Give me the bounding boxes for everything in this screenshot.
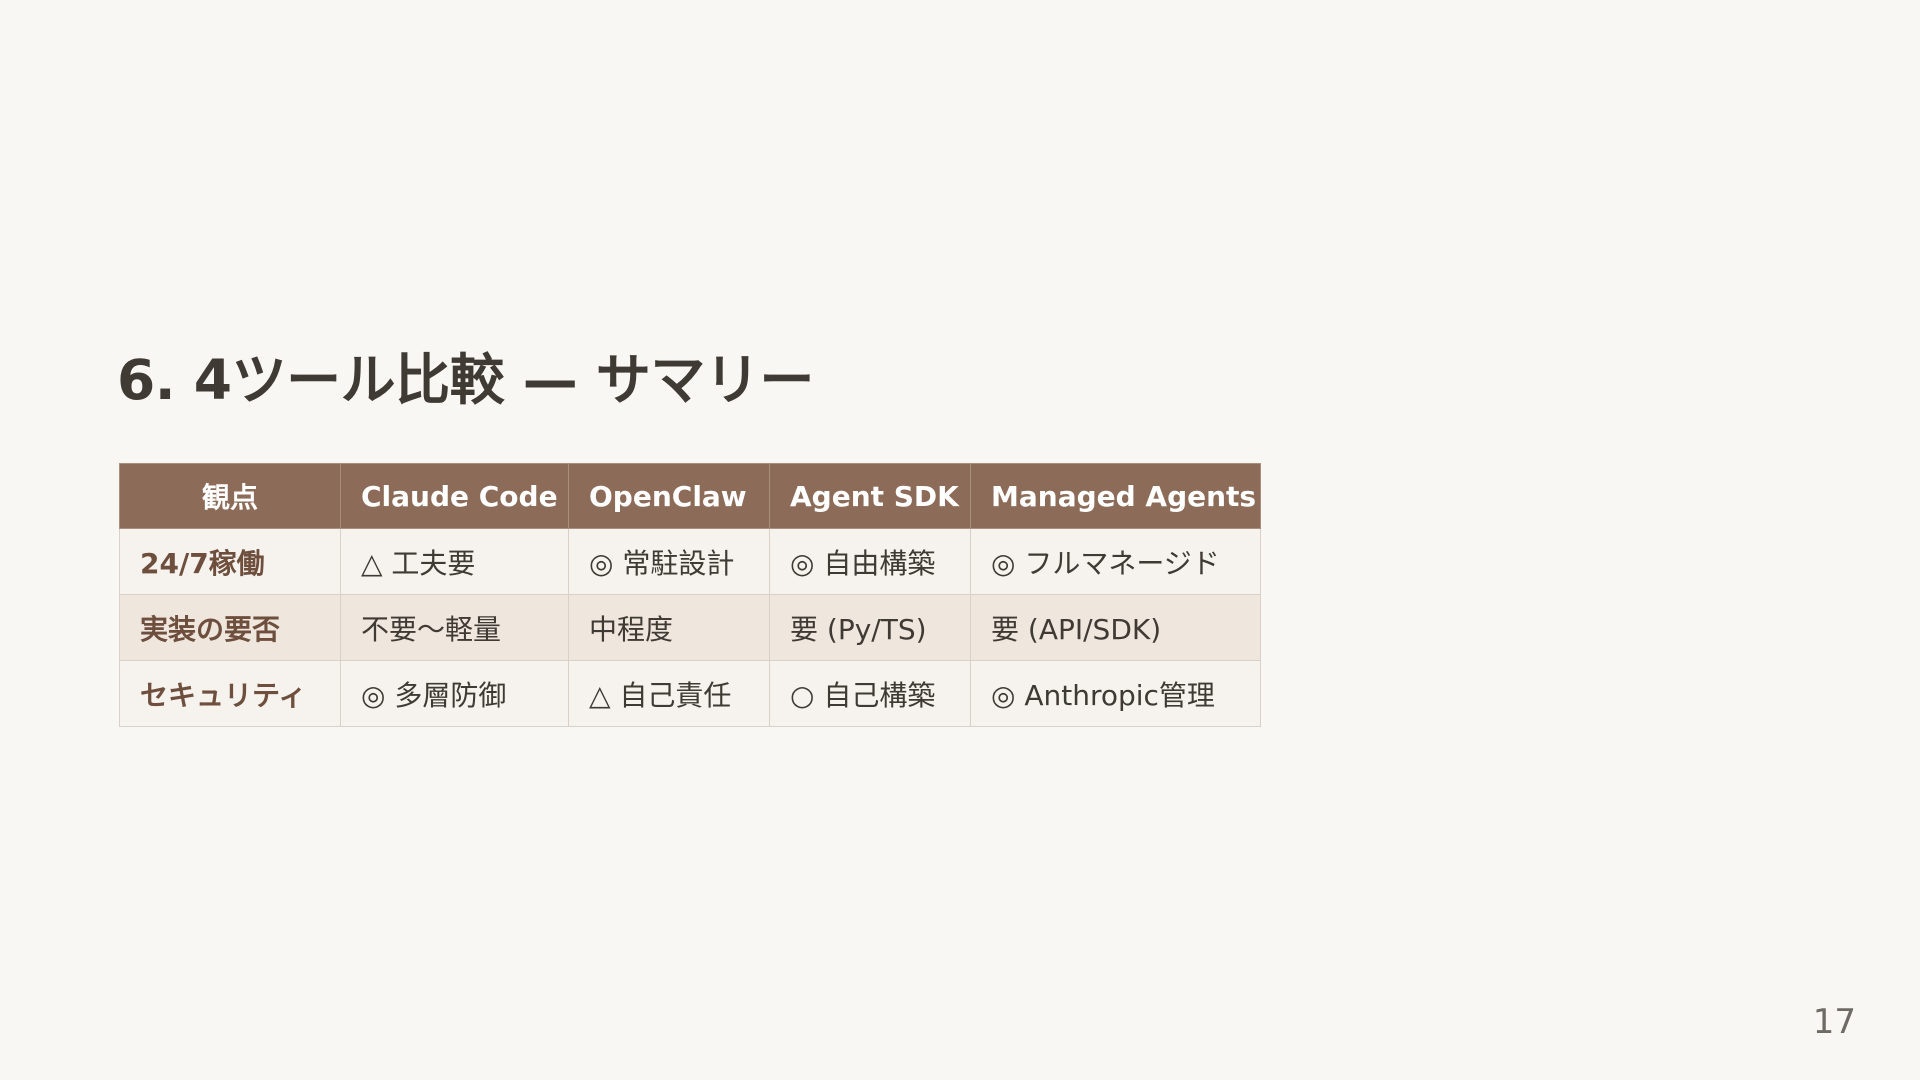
header-claude-code: Claude Code <box>340 463 569 529</box>
table-cell: 要 (API/SDK) <box>970 594 1261 661</box>
header-openclaw: OpenClaw <box>568 463 770 529</box>
table-cell: ○ 自己構築 <box>769 660 971 727</box>
row-label: 24/7稼働 <box>119 528 341 595</box>
table-header-row: 観点 Claude Code OpenClaw Agent SDK Manage… <box>119 463 1261 529</box>
header-viewpoint: 観点 <box>119 463 341 529</box>
table-cell: △ 自己責任 <box>568 660 770 727</box>
table-cell: △ 工夫要 <box>340 528 569 595</box>
header-managed-agents: Managed Agents <box>970 463 1261 529</box>
comparison-table: 観点 Claude Code OpenClaw Agent SDK Manage… <box>119 463 1261 727</box>
table-cell: ◎ 常駐設計 <box>568 528 770 595</box>
table-cell: ◎ フルマネージド <box>970 528 1261 595</box>
table-cell: ◎ 多層防御 <box>340 660 569 727</box>
row-label: 実装の要否 <box>119 594 341 661</box>
table-cell: 不要〜軽量 <box>340 594 569 661</box>
table-cell: ◎ 自由構築 <box>769 528 971 595</box>
row-label: セキュリティ <box>119 660 341 727</box>
page-number: 17 <box>1812 1002 1856 1042</box>
table-cell: 要 (Py/TS) <box>769 594 971 661</box>
table-row: 24/7稼働 △ 工夫要 ◎ 常駐設計 ◎ 自由構築 ◎ フルマネージド <box>119 528 1261 595</box>
header-agent-sdk: Agent SDK <box>769 463 971 529</box>
table-row: 実装の要否 不要〜軽量 中程度 要 (Py/TS) 要 (API/SDK) <box>119 594 1261 661</box>
slide-title: 6. 4ツール比較 — サマリー <box>117 348 814 412</box>
table-cell: 中程度 <box>568 594 770 661</box>
table-row: セキュリティ ◎ 多層防御 △ 自己責任 ○ 自己構築 ◎ Anthropic管… <box>119 660 1261 727</box>
table-cell: ◎ Anthropic管理 <box>970 660 1261 727</box>
